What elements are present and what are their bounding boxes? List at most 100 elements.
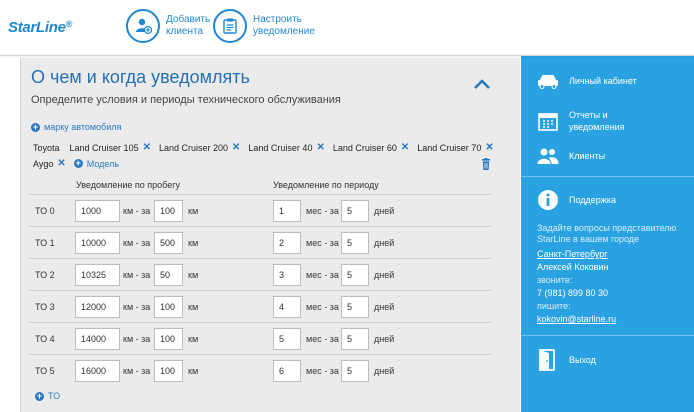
starline-logo[interactable]: StarLine®	[8, 19, 72, 36]
remove-x-icon[interactable]: ✕	[57, 158, 65, 169]
model-chip-label: Land Cruiser 70	[417, 142, 482, 153]
km-unit-label: км	[188, 366, 199, 376]
chevron-up-icon[interactable]	[473, 78, 491, 90]
months-input[interactable]	[273, 232, 301, 254]
remove-x-icon[interactable]: ✕	[143, 142, 151, 153]
months-input[interactable]	[273, 200, 301, 222]
model-chip: Land Cruiser 105 ✕	[70, 142, 151, 153]
sidebar-item-reports[interactable]: Отчеты и уведомления	[537, 109, 644, 133]
sidebar-item-label: Клиенты	[569, 151, 606, 161]
km-unit-label: км	[188, 270, 199, 280]
mileage-input[interactable]	[75, 328, 120, 350]
km-unit-label: км	[188, 206, 199, 216]
days-unit-label: дней	[374, 366, 395, 376]
logout-button[interactable]: Выход	[537, 349, 596, 371]
months-range-label: мес - за	[306, 270, 339, 280]
model-chip-label: Land Cruiser 200	[158, 142, 229, 153]
days-input[interactable]	[341, 200, 369, 222]
table-row: ТО 4 км - за км мес - за дней	[29, 324, 491, 354]
km-range-label: км - за	[123, 270, 151, 280]
mileage-window-input[interactable]	[154, 200, 183, 222]
notification-settings-icon	[213, 9, 247, 43]
model-chip-list-second-line: Aygo ✕ + Модель	[33, 158, 119, 169]
service-label: ТО 3	[35, 302, 55, 312]
mileage-input[interactable]	[75, 264, 120, 286]
months-input[interactable]	[273, 328, 301, 350]
remove-x-icon[interactable]: ✕	[316, 142, 324, 153]
logout-label: Выход	[569, 355, 596, 365]
days-unit-label: дней	[374, 334, 395, 344]
call-label: звоните:	[537, 275, 573, 285]
add-model-link[interactable]: + Модель	[73, 158, 119, 169]
model-chip-label: Aygo	[33, 158, 54, 169]
plus-icon: +	[73, 158, 83, 168]
km-range-label: км - за	[123, 302, 151, 312]
add-make-label: марку автомобиля	[44, 122, 122, 132]
divider	[29, 258, 491, 259]
remove-x-icon[interactable]: ✕	[485, 142, 493, 153]
days-unit-label: дней	[374, 302, 395, 312]
months-range-label: мес - за	[306, 302, 339, 312]
sidebar-item-label: Личный кабинет	[569, 76, 637, 86]
months-input[interactable]	[273, 264, 301, 286]
city-link[interactable]: Санкт-Петербург	[537, 249, 608, 260]
sidebar-item-support[interactable]: Поддержка	[537, 189, 616, 211]
mileage-window-input[interactable]	[154, 232, 183, 254]
sidebar-divider	[521, 335, 694, 336]
days-input[interactable]	[341, 360, 369, 382]
page-subtitle: Определите условия и периоды техническог…	[31, 94, 341, 106]
phone-number: 7 (981) 899 80 30	[537, 288, 609, 298]
km-unit-label: км	[188, 334, 199, 344]
mileage-window-input[interactable]	[154, 328, 183, 350]
notification-settings-panel: О чем и когда уведомлять Определите усло…	[20, 58, 520, 412]
sidebar-item-label: Поддержка	[569, 195, 616, 205]
mileage-window-input[interactable]	[154, 360, 183, 382]
plus-icon: +	[31, 121, 40, 132]
add-make-link[interactable]: + марку автомобиля	[31, 122, 121, 132]
mileage-window-input[interactable]	[154, 264, 183, 286]
configure-notification-label: Настроить уведомление	[253, 14, 315, 37]
remove-x-icon[interactable]: ✕	[401, 142, 409, 153]
km-range-label: км - за	[123, 206, 151, 216]
add-service-link[interactable]: + ТО	[35, 391, 60, 401]
calendar-icon	[537, 110, 559, 132]
sidebar-item-cabinet[interactable]: Личный кабинет	[537, 70, 639, 92]
days-input[interactable]	[341, 232, 369, 254]
months-range-label: мес - за	[306, 334, 339, 344]
days-unit-label: дней	[374, 238, 395, 248]
table-row: ТО 5 км - за км мес - за дней	[29, 356, 491, 386]
remove-x-icon[interactable]: ✕	[232, 142, 240, 153]
days-input[interactable]	[341, 296, 369, 318]
sidebar-divider	[521, 176, 694, 177]
days-unit-label: дней	[374, 270, 395, 280]
model-chip: Land Cruiser 200 ✕	[159, 142, 240, 153]
divider	[29, 322, 491, 323]
months-input[interactable]	[273, 360, 301, 382]
divider	[29, 194, 491, 195]
model-chip-label: Land Cruiser 60	[332, 142, 397, 153]
email-link[interactable]: kokovin@starline.ru	[537, 314, 616, 325]
mileage-input[interactable]	[75, 232, 120, 254]
trash-icon[interactable]	[481, 158, 491, 170]
divider	[29, 226, 491, 227]
service-label: ТО 2	[35, 270, 55, 280]
support-description: Задайте вопросы представителю StarLine в…	[537, 223, 677, 244]
mileage-input[interactable]	[75, 296, 120, 318]
days-input[interactable]	[341, 264, 369, 286]
table-row: ТО 1 км - за км мес - за дней	[29, 228, 491, 258]
service-label: ТО 4	[35, 334, 55, 344]
mileage-input[interactable]	[75, 360, 120, 382]
mileage-input[interactable]	[75, 200, 120, 222]
logo-text: StarLine	[8, 19, 66, 36]
km-unit-label: км	[188, 238, 199, 248]
make-name: Toyota	[33, 142, 60, 153]
model-chip-label: Land Cruiser 105	[69, 142, 139, 153]
clients-icon	[537, 145, 559, 167]
mileage-window-input[interactable]	[154, 296, 183, 318]
months-input[interactable]	[273, 296, 301, 318]
configure-notification-button[interactable]: Настроить уведомление	[213, 9, 323, 43]
sidebar-item-clients[interactable]: Клиенты	[537, 145, 605, 167]
km-unit-label: км	[188, 302, 199, 312]
days-unit-label: дней	[374, 206, 395, 216]
days-input[interactable]	[341, 328, 369, 350]
